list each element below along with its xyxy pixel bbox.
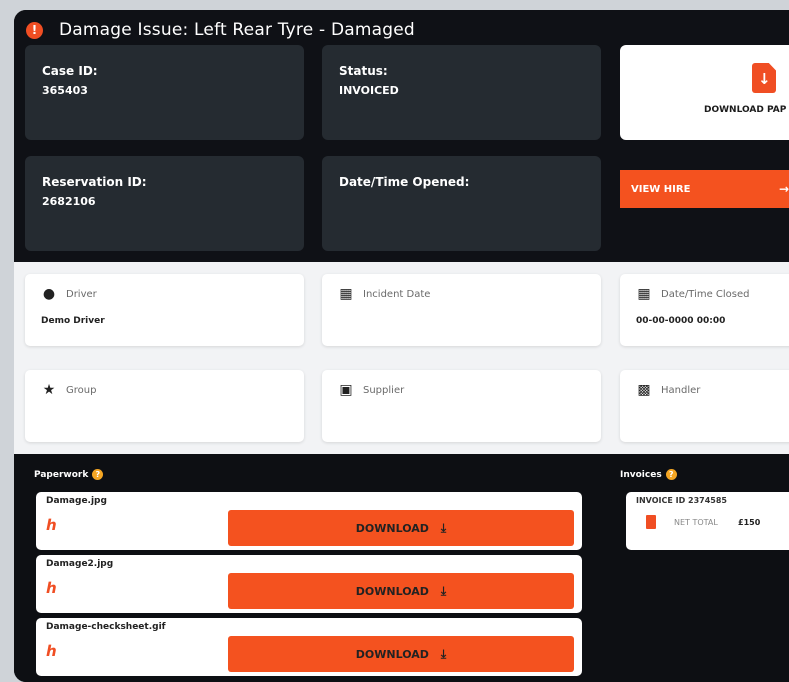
help-icon[interactable]: ? [665,469,677,480]
download-document-icon [752,63,776,93]
invoices-title: Invoices [620,469,662,480]
issue-header: ! Damage Issue: Left Rear Tyre - Damaged… [14,10,789,262]
supplier-icon: ▣ [339,382,353,398]
download-icon: ⤓ [440,520,447,535]
paperwork-filename: Damage2.jpg [46,559,114,569]
net-total-label: NET TOTAL [674,518,718,527]
reservation-id-card: Reservation ID: 2682106 [25,156,304,251]
download-button-label: DOWNLOAD [355,521,429,535]
reservation-id-label: Reservation ID: [42,175,147,189]
download-button[interactable]: DOWNLOAD ⤓ [228,510,574,546]
paperwork-item: Damage-checksheet.gif ℎ DOWNLOAD ⤓ [36,618,582,676]
invoice-id: INVOICE ID 2374585 [636,496,727,505]
download-papers-button[interactable]: DOWNLOAD PAP [620,45,789,140]
incident-date-card: ▦ Incident Date [322,274,601,346]
reservation-id-value: 2682106 [42,195,96,208]
alert-icon: ! [26,21,43,39]
group-label: Group [66,384,97,396]
status-value: INVOICED [339,84,399,97]
user-icon: ● [42,286,56,302]
paperclip-icon: ℎ [46,516,57,534]
paperwork-filename: Damage-checksheet.gif [46,622,166,632]
group-card: ★ Group [25,370,304,442]
paperwork-heading: Paperwork ? [34,469,104,480]
paperwork-filename: Damage.jpg [46,496,107,506]
status-label: Status: [339,64,388,78]
date-closed-label: Date/Time Closed [661,288,750,300]
calendar-icon: ▦ [637,286,651,302]
invoice-document-icon [646,515,656,529]
calendar-icon: ▦ [339,286,353,302]
group-icon: ★ [42,382,56,398]
page-title: Damage Issue: Left Rear Tyre - Damaged [59,20,415,40]
supplier-label: Supplier [363,384,405,396]
driver-value: Demo Driver [41,316,105,326]
details-section: ● Driver Demo Driver ▦ Incident Date ▦ Date… [14,262,789,454]
driver-label: Driver [66,288,97,300]
opened-label: Date/Time Opened: [339,175,470,189]
paperclip-icon: ℎ [46,642,57,660]
paperwork-item: Damage.jpg ℎ DOWNLOAD ⤓ [36,492,582,550]
status-card: Status: INVOICED [322,45,601,140]
download-button-label: DOWNLOAD [355,584,429,598]
arrow-right-icon: → [778,182,789,196]
paperwork-title: Paperwork [34,469,89,480]
view-hire-label: VIEW HIRE [631,183,691,195]
download-icon: ⤓ [440,583,447,598]
handler-card: ▩ Handler [620,370,789,442]
incident-date-label: Incident Date [363,288,431,300]
case-id-label: Case ID: [42,64,98,78]
date-closed-value: 00-00-0000 00:00 [636,316,726,326]
view-hire-button[interactable]: VIEW HIRE → [620,170,789,208]
invoice-card[interactable]: INVOICE ID 2374585 NET TOTAL £150 [626,492,789,550]
download-papers-label: DOWNLOAD PAP [704,105,787,115]
case-id-value: 365403 [42,84,88,97]
invoices-heading: Invoices ? [620,469,677,480]
paperclip-icon: ℎ [46,579,57,597]
handler-label: Handler [661,384,701,396]
title-row: ! Damage Issue: Left Rear Tyre - Damaged [26,15,415,45]
download-button[interactable]: DOWNLOAD ⤓ [228,636,574,672]
help-icon[interactable]: ? [92,469,104,480]
damage-issue-panel: ! Damage Issue: Left Rear Tyre - Damaged… [14,10,789,682]
case-id-card: Case ID: 365403 [25,45,304,140]
download-button[interactable]: DOWNLOAD ⤓ [228,573,574,609]
download-button-label: DOWNLOAD [355,647,429,661]
driver-card: ● Driver Demo Driver [25,274,304,346]
supplier-card: ▣ Supplier [322,370,601,442]
net-total-value: £150 [738,518,761,527]
date-closed-card: ▦ Date/Time Closed 00-00-0000 00:00 [620,274,789,346]
id-badge-icon: ▩ [637,382,651,398]
opened-card: Date/Time Opened: [322,156,601,251]
paperwork-item: Damage2.jpg ℎ DOWNLOAD ⤓ [36,555,582,613]
download-icon: ⤓ [440,646,447,661]
